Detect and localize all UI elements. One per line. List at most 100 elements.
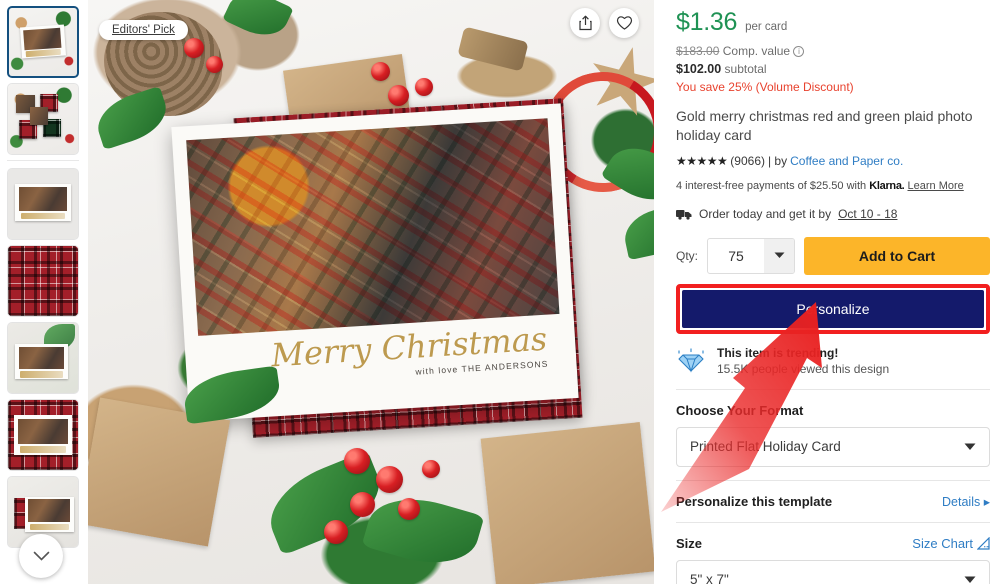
thumbnail-card-photo (18, 187, 68, 211)
savings-text: You save 25% (Volume Discount) (676, 80, 854, 94)
thumbnail-card-variants[interactable] (7, 83, 79, 155)
kraft-package (480, 422, 654, 584)
price-unit-label: per card (745, 21, 788, 33)
trending-subtext: 15.5K people viewed this design (717, 361, 890, 376)
holly-berry (206, 56, 223, 73)
editors-pick-badge[interactable]: Editors' Pick (99, 20, 188, 40)
thumbnail-flatlay-main[interactable] (7, 6, 79, 78)
comp-value-amount: $183.00 (676, 44, 720, 58)
thumbnail-card-greenery[interactable] (7, 322, 79, 394)
ruler-icon (977, 536, 990, 550)
thumbnail-card-text (29, 523, 69, 531)
variant-swatch (29, 107, 48, 126)
klarna-brand: Klarna. (869, 179, 905, 192)
thumbnail-scroll-down-button[interactable] (19, 534, 63, 578)
quantity-select[interactable]: 75 (707, 237, 796, 274)
format-select[interactable]: Printed Flat Holiday Card (676, 426, 990, 467)
quantity-and-cart-row: Qty: 75 Add to Cart (676, 236, 990, 275)
thumbnail-card (15, 184, 71, 221)
divider (676, 479, 990, 481)
thumbnail-card (15, 344, 69, 379)
personalize-highlight-box: Personalize (676, 283, 990, 334)
price-row: $1.36 per card (676, 8, 990, 37)
holly-berry (415, 78, 433, 96)
thumbnail-card-plaid[interactable] (7, 399, 79, 471)
chevron-down-icon (33, 551, 49, 561)
shipping-text: Order today and get it by (699, 206, 832, 221)
thumbnail-card-photo (23, 26, 63, 50)
size-value: 5" x 7" (690, 572, 729, 584)
subtotal-row: $102.00 subtotal (676, 62, 990, 76)
holly-berry (376, 466, 403, 493)
thumbnail-card (24, 496, 74, 532)
template-row: Personalize this template Details ▸ (676, 494, 990, 509)
product-info-panel: $1.36 per card $183.00 Comp. value i $10… (654, 0, 1000, 584)
subtotal-label: subtotal (724, 62, 767, 76)
info-icon[interactable]: i (793, 46, 805, 57)
shipping-row: Order today and get it by Oct 10 - 18 (676, 207, 990, 221)
divider (676, 521, 990, 523)
details-link[interactable]: Details ▸ (942, 494, 990, 509)
price-value: $1.36 (676, 8, 738, 36)
diamond-icon (678, 348, 704, 373)
size-chart-link[interactable]: Size Chart (912, 536, 990, 551)
size-chart-label: Size Chart (912, 535, 973, 551)
thumbnail-card-text (20, 445, 66, 454)
rail-divider (7, 160, 79, 161)
size-header-row: Size Size Chart (676, 536, 990, 551)
product-hero-image[interactable]: Merry Christmas with love THE ANDERSONS … (88, 0, 654, 584)
divider (676, 388, 990, 390)
holly-berry (350, 492, 375, 517)
thumbnail-rail (0, 0, 86, 584)
thumbnail-card (20, 24, 66, 59)
thumbnail-card-text (26, 48, 62, 57)
thumbnail-card-photo (28, 499, 71, 522)
thumbnail-card-photo (18, 346, 65, 370)
caret-down-icon (964, 443, 976, 450)
thumbnail-plaid-back[interactable] (7, 245, 79, 317)
hero-action-buttons (570, 8, 639, 38)
rating-row: ★★★★★ (9066) | by Coffee and Paper co. (676, 154, 990, 168)
trending-headline: This item is trending! (717, 345, 839, 360)
thumbnail-card-photo (18, 418, 68, 444)
klarna-row: 4 interest-free payments of $25.50 with … (676, 180, 990, 192)
shipping-date[interactable]: Oct 10 - 18 (838, 207, 897, 221)
holly-berry (398, 498, 420, 520)
quantity-value: 75 (728, 247, 744, 264)
add-to-cart-button[interactable]: Add to Cart (804, 236, 990, 275)
review-count[interactable]: (9066) (730, 154, 765, 168)
thumbnail-card-front[interactable] (7, 168, 79, 240)
trending-text-block: This item is trending! 15.5K people view… (717, 346, 889, 376)
share-button[interactable] (570, 8, 600, 38)
star-rating: ★★★★★ (676, 153, 728, 168)
holly-berry (344, 448, 370, 474)
size-select[interactable]: 5" x 7" (676, 559, 990, 584)
subtotal-amount: $102.00 (676, 62, 722, 76)
template-label: Personalize this template (676, 493, 833, 509)
klarna-text: 4 interest-free payments of $25.50 with (676, 179, 867, 192)
quantity-caret (764, 238, 795, 273)
format-value: Printed Flat Holiday Card (690, 439, 841, 455)
by-separator: | by (767, 153, 788, 168)
seller-link[interactable]: Coffee and Paper co. (790, 154, 903, 168)
holly-berry (371, 62, 390, 81)
thumbnail-card (14, 415, 72, 455)
thumbnail-image (8, 246, 78, 316)
size-label: Size (676, 535, 703, 551)
quantity-label: Qty: (676, 248, 699, 263)
comp-value-row: $183.00 Comp. value i (676, 44, 990, 58)
share-icon (578, 15, 592, 31)
holly-berry (388, 85, 409, 106)
format-label: Choose Your Format (676, 402, 804, 418)
product-detail-page: Merry Christmas with love THE ANDERSONS … (0, 0, 1000, 584)
thumbnail-scatter (8, 84, 78, 154)
personalize-button[interactable]: Personalize (682, 289, 984, 328)
comp-value-label: Comp. value (722, 44, 791, 58)
klarna-learn-more-link[interactable]: Learn More (908, 180, 964, 192)
holly-berry (422, 460, 440, 478)
favorite-button[interactable] (609, 8, 639, 38)
thumbnail-card-text (20, 212, 66, 220)
card-couple-photo (186, 118, 560, 336)
trending-row: This item is trending! 15.5K people view… (676, 346, 990, 376)
holly-berry (324, 520, 348, 544)
